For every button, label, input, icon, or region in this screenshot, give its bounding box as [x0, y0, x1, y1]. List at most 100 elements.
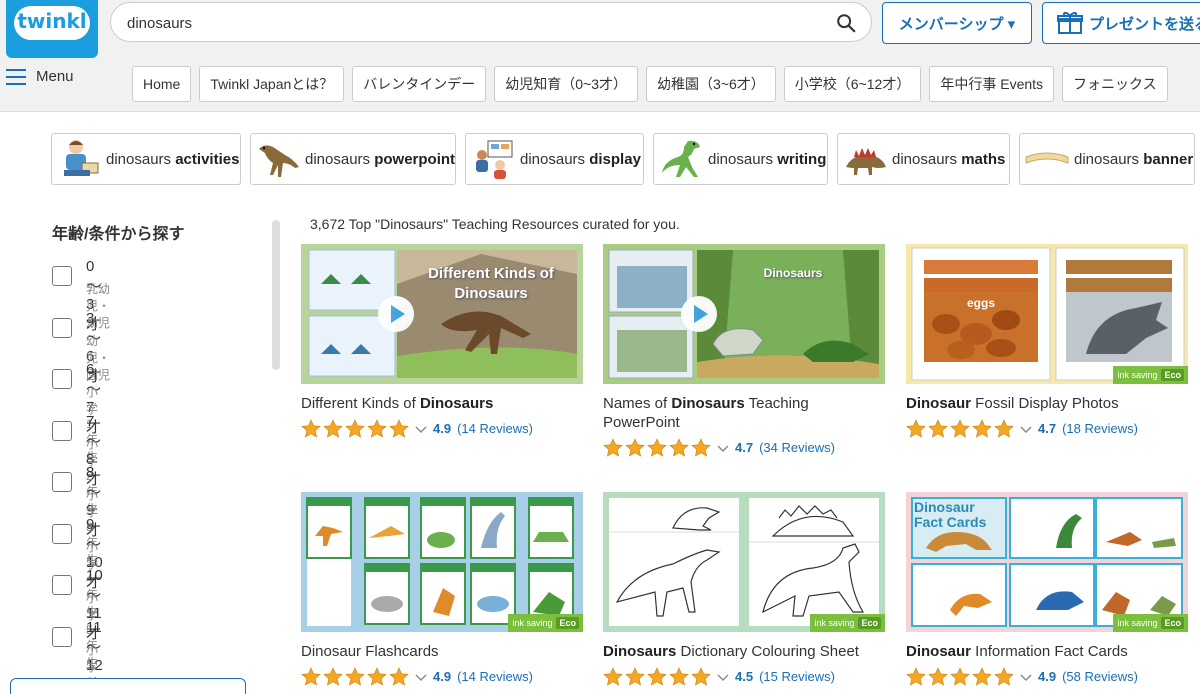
chip-prefix: dinosaurs [106, 150, 172, 168]
star-icon [906, 419, 926, 438]
chevron-down-icon[interactable] [415, 424, 427, 434]
chip-prefix: dinosaurs [520, 150, 586, 168]
resource-title[interactable]: Dinosaur Flashcards [301, 642, 583, 661]
filter-checkbox[interactable] [52, 369, 72, 389]
chip-maths[interactable]: dinosaurs maths [837, 133, 1010, 185]
resource-thumbnail[interactable]: Dinosaurs [603, 244, 885, 384]
review-count-link[interactable]: (15 Reviews) [759, 669, 835, 684]
resource-card[interactable]: Dinosaur Fact Cards ink saving Eco Dinosa… [906, 492, 1188, 686]
chevron-down-icon[interactable] [1020, 672, 1032, 682]
play-video-icon[interactable] [681, 296, 717, 332]
thumbnail-title: Different Kinds of Dinosaurs [428, 265, 554, 302]
filter-checkbox[interactable] [52, 626, 72, 647]
eco-badge-text: Eco [556, 617, 579, 629]
nav-item-about[interactable]: Twinkl Japanとは？ [199, 66, 345, 102]
chevron-down-icon[interactable] [1020, 424, 1032, 434]
child-reading-icon [64, 140, 99, 176]
resource-thumbnail[interactable]: Dinosaur Fact Cards ink saving Eco [906, 492, 1188, 632]
title-keyword: Dinosaurs [671, 395, 745, 412]
resource-thumbnail[interactable]: eggs ink saving Eco [906, 244, 1188, 384]
filter-checkbox[interactable] [52, 575, 72, 595]
twinkl-logo[interactable]: twinkl [6, 0, 98, 58]
play-video-icon[interactable] [378, 296, 414, 332]
resource-thumbnail[interactable]: ink saving Eco [301, 492, 583, 632]
resource-thumbnail[interactable]: ink saving Eco [603, 492, 885, 632]
rating-value: 4.9 [433, 421, 452, 436]
star-icon [669, 438, 689, 457]
resource-card[interactable]: eggs ink saving Eco Dinosaur Fossil Displ… [906, 244, 1188, 438]
chevron-down-icon[interactable] [717, 672, 729, 682]
title-text: Fossil Display Photos [971, 395, 1119, 412]
title-text: Different Kinds of [301, 395, 420, 412]
filter-checkbox[interactable] [52, 420, 72, 441]
review-count-link[interactable]: (18 Reviews) [1062, 421, 1138, 436]
sidebar-scrollbar[interactable] [272, 220, 280, 370]
nav-item-elementary[interactable]: 小学校（6~12才） [783, 66, 922, 102]
filter-checkbox[interactable] [52, 317, 72, 338]
chip-prefix: dinosaurs [892, 150, 958, 168]
review-count-link[interactable]: (34 Reviews) [759, 440, 835, 455]
star-icon [972, 419, 992, 438]
resource-title[interactable]: Dinosaur Fossil Display Photos [906, 394, 1188, 413]
results-count: 3,672 Top "Dinosaurs" Teaching Resources… [310, 216, 680, 232]
sidebar-bottom-button[interactable] [10, 678, 246, 694]
thumbnail-title: Dinosaur Fact Cards [914, 499, 987, 530]
slides-preview [603, 244, 885, 384]
resource-title[interactable]: Different Kinds of Dinosaurs [301, 394, 583, 413]
rating-row: 4.9 (14 Reviews) [301, 419, 583, 438]
star-icon [301, 667, 321, 686]
star-icon [691, 438, 711, 457]
star-icon [389, 419, 409, 438]
resource-title[interactable]: Names of Dinosaurs Teaching PowerPoint [603, 394, 885, 432]
search-icon[interactable] [835, 12, 857, 34]
filter-checkbox[interactable] [52, 266, 72, 286]
top-nav: Home Twinkl Japanとは？ バレンタインデー 幼児知育（0~3才）… [132, 66, 1168, 102]
chip-powerpoint[interactable]: dinosaurs powerpoint [250, 133, 456, 185]
chip-prefix: dinosaurs [305, 150, 371, 168]
chip-display[interactable]: dinosaurs display [465, 133, 644, 185]
title-text: Information Fact Cards [971, 643, 1128, 660]
chip-banner[interactable]: dinosaurs banner [1019, 133, 1195, 185]
review-count-link[interactable]: (14 Reviews) [457, 421, 533, 436]
gift-button[interactable]: プレゼントを送る [1042, 2, 1200, 44]
title-text: Dictionary Colouring Sheet [676, 643, 859, 660]
star-icon [669, 667, 689, 686]
eco-badge: ink saving Eco [508, 614, 583, 632]
resource-title[interactable]: Dinosaurs Dictionary Colouring Sheet [603, 642, 885, 661]
gift-button-label: プレゼントを送る [1089, 15, 1200, 33]
rating-row: 4.7 (34 Reviews) [603, 438, 885, 457]
resource-title[interactable]: Dinosaur Information Fact Cards [906, 642, 1188, 661]
filter-checkbox[interactable] [52, 523, 72, 544]
nav-item-infant[interactable]: 幼児知育（0~3才） [494, 66, 639, 102]
nav-item-events[interactable]: 年中行事 Events [929, 66, 1055, 102]
resource-thumbnail[interactable]: Different Kinds of Dinosaurs [301, 244, 583, 384]
star-icon [323, 667, 343, 686]
star-icon [994, 667, 1014, 686]
review-count-link[interactable]: (58 Reviews) [1062, 669, 1138, 684]
eco-label: ink saving [512, 618, 553, 628]
raptor-icon [259, 145, 299, 177]
star-icon [691, 667, 711, 686]
search-input[interactable] [127, 11, 807, 35]
chevron-down-icon[interactable] [717, 443, 729, 453]
review-count-link[interactable]: (14 Reviews) [457, 669, 533, 684]
star-icon [950, 419, 970, 438]
chip-writing[interactable]: dinosaurs writing [653, 133, 828, 185]
star-icon [367, 667, 387, 686]
menu-button[interactable]: Menu [6, 68, 74, 85]
nav-item-valentine[interactable]: バレンタインデー [352, 66, 487, 102]
chevron-down-icon[interactable] [415, 672, 427, 682]
resource-card[interactable]: Different Kinds of Dinosaurs Different K… [301, 244, 583, 438]
resource-card[interactable]: Dinosaurs Names of Dinosaurs Teaching Po… [603, 244, 885, 457]
nav-item-home[interactable]: Home [132, 66, 192, 102]
chip-keyword: powerpoint [374, 150, 456, 168]
filter-checkbox[interactable] [52, 472, 72, 492]
chip-activities[interactable]: dinosaurs activities [51, 133, 241, 185]
site-header: twinkl メンバーシップ ▾ プレゼントを送る Menu Home Twin… [0, 0, 1200, 112]
resource-card[interactable]: ink saving Eco Dinosaurs Dictionary Colou… [603, 492, 885, 686]
nav-item-phonics[interactable]: フォニックス [1062, 66, 1168, 102]
membership-button[interactable]: メンバーシップ ▾ [882, 2, 1032, 44]
rating-row: 4.5 (15 Reviews) [603, 667, 885, 686]
resource-card[interactable]: ink saving Eco Dinosaur Flashcards 4.9 (1… [301, 492, 583, 686]
nav-item-kindergarten[interactable]: 幼稚園（3~6才） [646, 66, 776, 102]
